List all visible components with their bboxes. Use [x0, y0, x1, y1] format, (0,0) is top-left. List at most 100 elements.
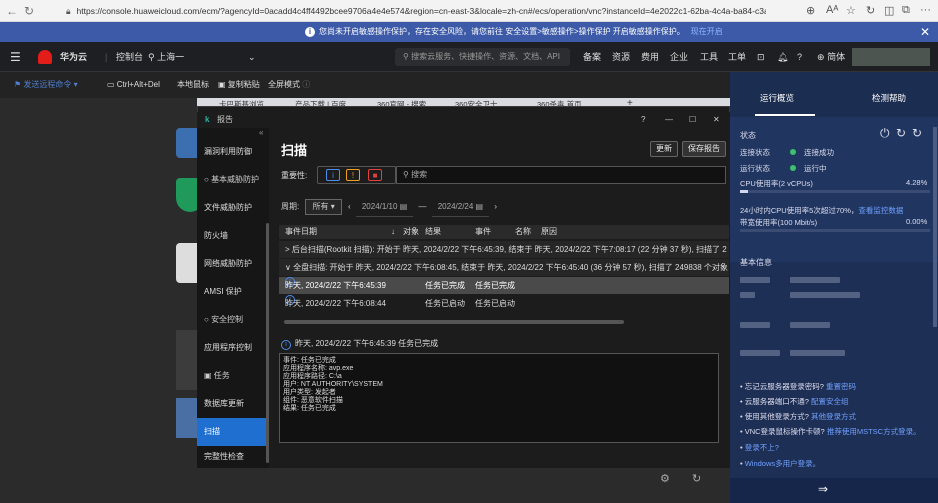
row-date-text: 昨天, 2024/2/22 下午6:45:39: [285, 281, 386, 290]
update-button[interactable]: 更新: [650, 141, 678, 157]
date-from-field[interactable]: 2024/1/10 ▤: [355, 198, 414, 217]
sidebar-item-exploit-prevention[interactable]: 漏洞利用防御: [197, 138, 269, 166]
send-remote-command-button[interactable]: ⚑ 发送远程命令 ▾: [14, 72, 78, 98]
maximize-icon[interactable]: ☐: [689, 112, 696, 128]
read-aloud-icon[interactable]: Aᴬ: [826, 4, 838, 16]
local-mouse-button[interactable]: 本地鼠标: [177, 72, 209, 98]
language-selector[interactable]: ⊕ 简体: [817, 42, 845, 72]
sidebar-section-basic[interactable]: ○ 基本威胁防护: [197, 166, 269, 194]
sidebar-item-firewall[interactable]: 防火墙: [197, 222, 269, 250]
event-detail-box[interactable]: 事件: 任务已完成 应用程序名称: avp.exe 应用程序路径: C:\a 用…: [279, 353, 719, 443]
refresh-icon[interactable]: ↻: [692, 472, 701, 485]
period-value: 所有: [312, 202, 329, 211]
next-icon[interactable]: ›: [494, 202, 497, 211]
fullscreen-button[interactable]: 全屏模式 ⓘ: [268, 72, 310, 98]
nav-filing[interactable]: 备案: [583, 42, 601, 72]
close-icon[interactable]: ✕: [713, 112, 720, 128]
help-icon[interactable]: ?: [641, 112, 645, 128]
address-bar[interactable]: 🔒︎ https://console.huaweicloud.com/ecm/?a…: [66, 3, 766, 19]
multi-user-link[interactable]: Windows多用户登录。: [745, 459, 820, 468]
refresh-icon[interactable]: ↻: [24, 4, 34, 18]
collapse-arrow-icon[interactable]: ⇒: [818, 482, 828, 496]
console-search-input[interactable]: ⚲ 搜索云服务、快捷操作、资源、文档、API: [395, 48, 570, 66]
sidebar-section-tasks[interactable]: ▣ 任务: [197, 362, 269, 390]
bell-icon[interactable]: 🔔︎: [777, 42, 788, 72]
col-result[interactable]: 结果: [425, 225, 441, 239]
sidebar-item-scan[interactable]: 扫描: [197, 418, 269, 446]
other-login-link[interactable]: 其他登录方式: [811, 412, 856, 421]
reset-password-link[interactable]: 重置密码: [826, 382, 856, 391]
col-object[interactable]: 对象: [403, 225, 419, 239]
table-scrollbar[interactable]: [284, 320, 624, 324]
region-selector[interactable]: ⚲ 上海一 ⌄: [148, 42, 256, 72]
terminal-icon[interactable]: ⊡: [757, 42, 765, 72]
collapse-icon[interactable]: «: [259, 128, 263, 137]
sidebar-section-security-control[interactable]: ○ 安全控制: [197, 306, 269, 334]
panel-collapse-bar[interactable]: ⇒: [730, 478, 938, 503]
nav-enterprise[interactable]: 企业: [670, 42, 688, 72]
importance-filter[interactable]: i ! ■: [317, 166, 396, 184]
refresh-icon[interactable]: ↻: [912, 126, 922, 140]
security-group-link[interactable]: 配置安全组: [811, 397, 849, 406]
table-row-group[interactable]: > 后台扫描(Rootkit 扫描): 开始于 昨天, 2024/2/22 下午…: [279, 241, 729, 258]
sidebar-item-amsi[interactable]: AMSI 保护: [197, 278, 269, 306]
sidebar-item-integrity-check[interactable]: 完整性检查: [197, 446, 269, 468]
sidebar-item-file-threat[interactable]: 文件威胁防护: [197, 194, 269, 222]
menu-icon[interactable]: ☰: [10, 42, 21, 72]
panel-scrollbar[interactable]: [933, 127, 937, 327]
gear-icon[interactable]: ⚙: [660, 472, 670, 485]
col-event[interactable]: 事件: [475, 225, 491, 239]
sidebar-item-app-control[interactable]: 应用程序控制: [197, 334, 269, 362]
huawei-logo-icon[interactable]: [38, 50, 52, 64]
detail-heading: i 昨天, 2024/2/22 下午6:45:39 任务已完成: [281, 338, 438, 350]
nav-resources[interactable]: 资源: [612, 42, 630, 72]
date-to-field[interactable]: 2024/2/24 ▤: [431, 198, 490, 217]
collections-icon[interactable]: ⧉: [902, 4, 910, 17]
favorite-star-icon[interactable]: ☆: [846, 4, 856, 17]
account-avatar[interactable]: [852, 48, 930, 66]
restart-icon[interactable]: ↻: [896, 126, 906, 140]
table-row[interactable]: i 昨天, 2024/2/22 下午6:08:44 任务已启动 任务已启动: [279, 295, 729, 312]
row-result: 任务已启动: [425, 299, 465, 308]
save-report-button[interactable]: 保存报告: [682, 141, 726, 157]
close-icon[interactable]: ✕: [920, 22, 930, 42]
warning-filter-icon[interactable]: !: [346, 169, 360, 181]
refresh-page-icon[interactable]: ↻: [866, 4, 875, 17]
table-row[interactable]: i 昨天, 2024/2/22 下午6:45:39 任务已完成 任务已完成: [279, 277, 729, 294]
power-icon[interactable]: ⏻: [880, 126, 890, 141]
col-reason[interactable]: 原因: [541, 225, 557, 239]
col-event-date[interactable]: 事件日期: [285, 225, 317, 239]
copy-paste-button[interactable]: ▣ 复制粘贴: [218, 72, 260, 98]
prev-icon[interactable]: ‹: [348, 202, 351, 211]
ctrl-alt-del-button[interactable]: ▭ Ctrl+Alt+Del: [107, 72, 160, 98]
mstsc-link[interactable]: 推荐使用MSTSC方式登录。: [827, 427, 921, 436]
conn-label: 连接状态: [740, 148, 770, 157]
zoom-icon[interactable]: ⊕: [806, 4, 815, 17]
critical-filter-icon[interactable]: ■: [368, 169, 382, 181]
col-name[interactable]: 名称: [515, 225, 531, 239]
info-filter-icon[interactable]: i: [326, 169, 340, 181]
minimize-icon[interactable]: —: [665, 112, 673, 128]
view-monitoring-link[interactable]: 查看监控数据: [858, 206, 903, 215]
period-select[interactable]: 所有 ▾: [305, 199, 342, 215]
tab-help[interactable]: 检测帮助: [872, 92, 906, 104]
nav-billing[interactable]: 费用: [641, 42, 659, 72]
more-icon[interactable]: ···: [920, 4, 931, 16]
notice-enable-link[interactable]: 现在开启: [691, 27, 723, 36]
cannot-login-link[interactable]: 登录不上?: [745, 443, 779, 452]
sidebar-item-db-update[interactable]: 数据库更新: [197, 390, 269, 418]
console-link[interactable]: 控制台: [116, 42, 143, 72]
sidebar-item-network-threat[interactable]: 网络威胁防护: [197, 250, 269, 278]
help-icon[interactable]: ?: [797, 42, 802, 72]
nav-tools[interactable]: 工具: [700, 42, 718, 72]
brand-name[interactable]: 华为云: [60, 42, 87, 72]
tab-overview[interactable]: 运行概览: [760, 92, 794, 104]
cpu-note-text: 24小时内CPU使用率5次超过70%，: [740, 206, 859, 215]
nav-tickets[interactable]: 工单: [728, 42, 746, 72]
report-search-input[interactable]: ⚲ 搜索: [396, 166, 726, 184]
back-icon[interactable]: ←: [6, 4, 18, 18]
table-row-group[interactable]: ∨ 全盘扫描: 开始于 昨天, 2024/2/22 下午6:08:45, 结束于…: [279, 259, 729, 276]
split-screen-icon[interactable]: ◫: [884, 4, 894, 17]
tip-text: 忘记云服务器登录密码?: [744, 382, 824, 391]
sort-down-icon[interactable]: ↓: [391, 225, 395, 239]
